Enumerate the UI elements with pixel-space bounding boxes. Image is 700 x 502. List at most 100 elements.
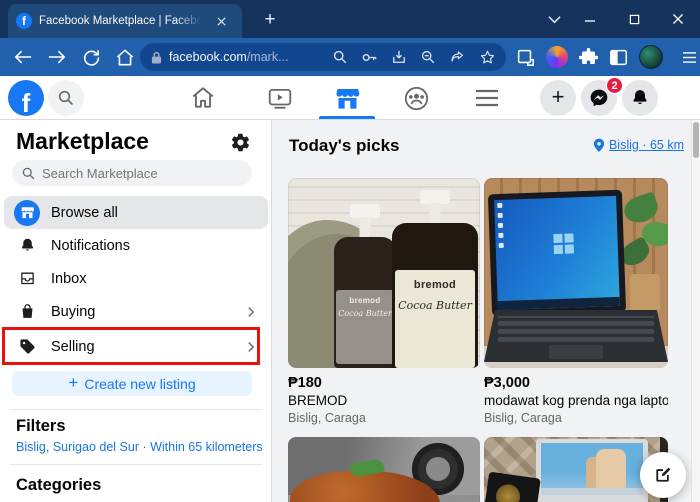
- window-controls: [568, 0, 700, 38]
- plus-icon: +: [68, 372, 79, 392]
- bell-icon: [633, 90, 647, 105]
- url-path: /mark...: [246, 50, 289, 64]
- sidebar-title: Marketplace: [16, 128, 149, 154]
- sidebar-toggle-icon[interactable]: [609, 48, 628, 67]
- divider: [10, 409, 262, 410]
- product-location: Bislig, Caraga: [484, 411, 562, 425]
- product-photo-bremod: bremod Cocoa Butter bremod Cocoa Butter: [288, 178, 480, 368]
- product-price: ₱3,000: [484, 375, 530, 391]
- close-button[interactable]: [656, 0, 700, 38]
- filters-heading: Filters: [16, 417, 66, 435]
- marketplace-feed: Today's picks Bislig · 65 km bremod Coco…: [272, 120, 700, 502]
- nav-home-icon[interactable]: [189, 84, 217, 112]
- marketplace-search[interactable]: [12, 160, 252, 186]
- screenshot-extension-icon[interactable]: [515, 47, 535, 67]
- product-title: BREMOD: [288, 393, 348, 408]
- zoom-icon[interactable]: [421, 50, 435, 64]
- lock-icon: [151, 51, 162, 63]
- share-icon[interactable]: [450, 50, 465, 64]
- product-photo-food: [288, 437, 480, 502]
- photo-text: bremod: [349, 296, 381, 305]
- macbook-screen: [536, 439, 648, 502]
- create-post-button[interactable]: +: [540, 80, 576, 116]
- profile-avatar[interactable]: [639, 45, 663, 69]
- nav-menu-icon[interactable]: [473, 84, 501, 112]
- scrollbar-thumb[interactable]: [693, 122, 699, 158]
- facebook-search-button[interactable]: [48, 80, 84, 116]
- notifications-button[interactable]: [622, 80, 658, 116]
- minimize-button[interactable]: [568, 0, 612, 38]
- back-button[interactable]: [8, 43, 38, 71]
- active-tab-underline: [319, 116, 375, 119]
- password-key-icon[interactable]: [362, 51, 377, 64]
- browser-tab[interactable]: f Facebook Marketplace | Facebook: [8, 4, 242, 38]
- sidebar-item-label: Notifications: [51, 237, 130, 254]
- search-icon[interactable]: [333, 50, 347, 64]
- nav-marketplace-icon-active[interactable]: [333, 84, 361, 112]
- product-grid: bremod Cocoa Butter bremod Cocoa Butter …: [288, 178, 668, 502]
- categories-heading: Categories: [16, 476, 102, 494]
- sidebar-item-browse-all[interactable]: Browse all: [4, 196, 268, 229]
- scrollbar[interactable]: [691, 120, 700, 502]
- search-icon: [58, 90, 74, 106]
- facebook-favicon-icon: f: [16, 13, 32, 29]
- sidebar-item-label: Buying: [51, 303, 96, 320]
- sidebar-item-notifications[interactable]: Notifications: [4, 229, 268, 262]
- messenger-icon: [590, 89, 608, 107]
- create-new-listing-button[interactable]: + Create new listing: [12, 371, 252, 396]
- bottle-front: bremod Cocoa Butter: [392, 190, 478, 368]
- browser-window: f Facebook Marketplace | Facebook + face…: [0, 0, 700, 502]
- save-to-device-icon[interactable]: [392, 50, 406, 64]
- sidebar-item-selling[interactable]: Selling: [4, 330, 268, 363]
- settings-gear-icon[interactable]: [227, 129, 253, 155]
- reload-button[interactable]: [76, 43, 106, 71]
- menu-hamburger-icon[interactable]: [679, 47, 699, 67]
- photo-text: Cocoa Butter: [338, 309, 392, 318]
- sidebar-item-label: Selling: [51, 338, 95, 355]
- product-location: Bislig, Caraga: [288, 411, 366, 425]
- chat-extension-icon[interactable]: [546, 46, 568, 68]
- product-card[interactable]: bremod Cocoa Butter bremod Cocoa Butter …: [288, 178, 480, 427]
- filters-location-link[interactable]: Bislig, Surigao del Sur · Within 65 kilo…: [16, 440, 263, 454]
- photo-text: Cocoa Butter: [398, 299, 472, 312]
- new-tab-button[interactable]: +: [256, 6, 284, 34]
- forward-button[interactable]: [42, 43, 72, 71]
- price-tag-icon: [14, 334, 40, 360]
- sidebar-item-label: Browse all: [51, 204, 118, 221]
- extensions-puzzle-icon[interactable]: [579, 47, 598, 67]
- product-photo-laptop: [484, 178, 668, 368]
- product-card[interactable]: [288, 437, 480, 502]
- laptop-screen: [487, 189, 627, 317]
- product-card[interactable]: ₱3,000 modawat kog prenda nga laptop Bis…: [484, 178, 668, 427]
- home-button[interactable]: [110, 43, 140, 71]
- compose-listing-fab[interactable]: [640, 452, 686, 498]
- browser-toolbar: facebook.com/mark...: [0, 38, 700, 76]
- messenger-badge: 2: [606, 77, 623, 94]
- shopping-bag-icon: [14, 299, 40, 325]
- location-link[interactable]: Bislig · 65 km: [593, 138, 684, 152]
- product-title: modawat kog prenda nga laptop: [484, 393, 668, 408]
- titlebar: f Facebook Marketplace | Facebook +: [0, 0, 700, 38]
- chevron-right-icon: [244, 305, 258, 319]
- tab-title: Facebook Marketplace | Facebook: [39, 15, 205, 27]
- todays-picks-heading: Today's picks: [289, 136, 400, 155]
- tab-list-caret-icon[interactable]: [543, 10, 565, 28]
- map-pin-icon: [593, 138, 605, 152]
- maximize-button[interactable]: [612, 0, 656, 38]
- sidebar-item-inbox[interactable]: Inbox: [4, 262, 268, 295]
- address-bar[interactable]: facebook.com/mark...: [140, 43, 506, 71]
- search-marketplace-input[interactable]: [42, 165, 222, 181]
- compose-pencil-icon: [656, 467, 671, 482]
- tab-close-icon[interactable]: [212, 12, 230, 30]
- facebook-navbar: f + 2: [0, 76, 700, 120]
- bell-icon: [14, 233, 40, 259]
- facebook-logo[interactable]: f: [8, 80, 44, 116]
- nav-watch-icon[interactable]: [266, 84, 294, 112]
- photo-text: bremod: [413, 279, 457, 291]
- create-listing-label: Create new listing: [84, 375, 196, 392]
- inbox-icon: [14, 266, 40, 292]
- sidebar-item-buying[interactable]: Buying: [4, 295, 268, 328]
- location-link-label: Bislig · 65 km: [608, 138, 684, 152]
- bookmark-star-icon[interactable]: [480, 50, 495, 65]
- nav-groups-icon[interactable]: [402, 84, 430, 112]
